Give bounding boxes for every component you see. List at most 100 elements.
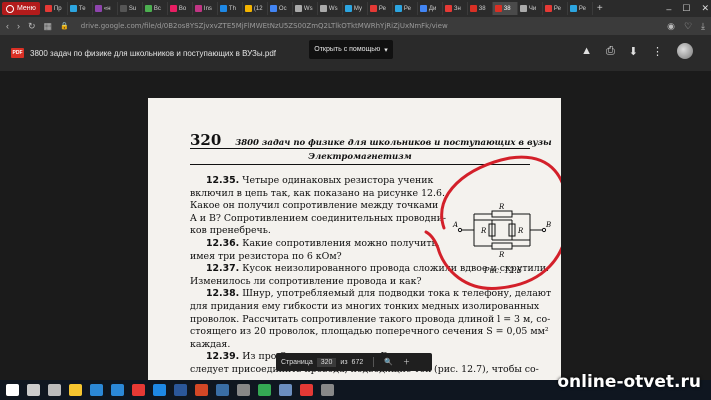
photos-icon[interactable]	[153, 384, 166, 396]
browser-tab[interactable]: Ре	[368, 2, 393, 15]
tab-favicon-icon	[544, 5, 552, 12]
browser-tab[interactable]: Ре	[568, 2, 593, 15]
add-to-drive-icon[interactable]: ▲	[581, 45, 592, 57]
node-a-label: A	[452, 221, 458, 229]
problem-number: 12.36.	[206, 238, 240, 249]
browser-tab[interactable]: Пр	[43, 2, 68, 15]
browser-tab[interactable]: «н	[93, 2, 118, 15]
viewer-actions: ▲ ⎙ ⬇ ⋮	[581, 43, 693, 59]
app-icon[interactable]	[216, 384, 229, 396]
circuit-figure: A B R R R R	[452, 203, 551, 259]
forward-icon[interactable]: ›	[17, 21, 20, 31]
book-title: 3800 задач по физике для школьников и по…	[235, 138, 552, 148]
reload-icon[interactable]: ↻	[28, 21, 36, 32]
tab-label: Ре	[553, 5, 561, 12]
viewer-content[interactable]: 320 3800 задач по физике для школьников …	[0, 71, 711, 380]
camera-icon[interactable]: ◉	[667, 21, 675, 32]
browser-tab[interactable]: Ins	[193, 2, 218, 15]
problem-text-line: Изменилось ли сопротивление провода и ка…	[190, 275, 422, 287]
opera-icon[interactable]	[300, 384, 313, 396]
heart-icon[interactable]: ♡	[684, 21, 692, 32]
browser-tab[interactable]: Чи	[518, 2, 543, 15]
browser-tab[interactable]: 38	[492, 2, 518, 15]
watermark: online-otvet.ru	[557, 372, 701, 392]
app-icon[interactable]	[279, 384, 292, 396]
browser-tab[interactable]: Ре	[393, 2, 418, 15]
browser-tab[interactable]: Ws	[293, 2, 318, 15]
tab-label: Th	[228, 5, 236, 12]
app-icon[interactable]	[321, 384, 334, 396]
tab-label: Вс	[153, 5, 161, 12]
tab-favicon-icon	[419, 5, 427, 12]
download-icon[interactable]: ⬇	[629, 45, 638, 58]
tab-favicon-icon	[169, 5, 177, 12]
problem-text-line: проволок. Рассчитать сопротивление таког…	[190, 313, 551, 325]
url-field[interactable]: drive.google.com/file/d/0B2os8YSZjvxvZTE…	[81, 22, 448, 30]
app-icon[interactable]	[237, 384, 250, 396]
mail-icon[interactable]	[111, 384, 124, 396]
text-line: 12.35. Четыре одинаковых резистора учени…	[206, 175, 433, 186]
browser-tab-strip: Меню Пр Те «н Su Вс Во Ins Th (12 Ос Ws Ws Му Ре Ре Ди З…	[0, 0, 711, 17]
zoom-out-icon[interactable]: 🔍	[384, 358, 393, 366]
tab-label: Ре	[378, 5, 386, 12]
task-view-icon[interactable]	[48, 384, 61, 396]
browser-tab[interactable]: Ws	[318, 2, 343, 15]
tab-label: Пр	[53, 5, 62, 12]
minimize-icon[interactable]: –	[666, 4, 671, 14]
section-divider	[190, 164, 530, 165]
figure-caption: Рис. 12.6	[484, 266, 522, 275]
tab-label: Ins	[203, 5, 212, 12]
tab-favicon-icon	[569, 5, 577, 12]
resistor-label: R	[498, 251, 505, 259]
back-icon[interactable]: ‹	[6, 21, 9, 31]
pdf-page: 320 3800 задач по физике для школьников …	[148, 98, 561, 380]
media-icon[interactable]	[132, 384, 145, 396]
page-header: 320 3800 задач по физике для школьников …	[190, 131, 552, 149]
start-icon[interactable]	[6, 384, 19, 396]
tab-favicon-icon	[494, 5, 502, 12]
word-icon[interactable]	[174, 384, 187, 396]
problem-text-line: имея три резистора по 6 кОм?	[190, 250, 342, 262]
tiles-icon[interactable]: ▦	[44, 21, 53, 32]
opera-logo-icon	[6, 4, 14, 13]
browser-tab[interactable]: Th	[218, 2, 243, 15]
text-line: ков пренебречь.	[190, 225, 271, 236]
tab-label: Su	[128, 5, 137, 12]
tab-favicon-icon	[394, 5, 402, 12]
chrome-icon[interactable]	[258, 384, 271, 396]
browser-tab[interactable]: Зн	[443, 2, 468, 15]
opera-menu-button[interactable]: Меню	[2, 2, 40, 15]
print-icon[interactable]: ⎙	[606, 45, 615, 58]
current-page-input[interactable]: 320	[316, 357, 337, 367]
text-line: A и B? Сопротивлением соединительных про…	[190, 213, 446, 224]
browser-tab[interactable]: (12	[243, 2, 268, 15]
resistor-label: R	[480, 227, 487, 235]
browser-tab[interactable]: Ос	[268, 2, 293, 15]
browser-tab[interactable]: Ре	[543, 2, 568, 15]
tab-favicon-icon	[469, 5, 477, 12]
search-icon[interactable]	[27, 384, 40, 396]
close-icon[interactable]: ✕	[701, 3, 709, 14]
browser-tab[interactable]: Во	[168, 2, 193, 15]
new-tab-icon[interactable]: +	[597, 3, 603, 14]
zoom-in-icon[interactable]: ＋	[403, 357, 410, 367]
more-options-icon[interactable]: ⋮	[652, 45, 663, 58]
browser-tab[interactable]: Ди	[418, 2, 443, 15]
tab-label: «н	[103, 5, 111, 12]
screen: Меню Пр Те «н Su Вс Во Ins Th (12 Ос Ws Ws Му Ре Ре Ди З…	[0, 0, 711, 400]
page-controls: Страница 320 из 672 🔍 ＋	[276, 353, 432, 371]
browser-tab[interactable]: Те	[68, 2, 93, 15]
lock-icon: 🔒	[60, 23, 69, 30]
browser-tab[interactable]: 38	[468, 2, 493, 15]
download-icon[interactable]: ⤓	[701, 21, 705, 32]
browser-tab[interactable]: Му	[343, 2, 368, 15]
explorer-icon[interactable]	[69, 384, 82, 396]
browser-tab[interactable]: Su	[118, 2, 143, 15]
open-with-button[interactable]: Открыть с помощью ▾	[309, 40, 393, 59]
powerpoint-icon[interactable]	[195, 384, 208, 396]
avatar[interactable]	[677, 43, 693, 59]
maximize-icon[interactable]: ☐	[682, 3, 690, 14]
browser-tab[interactable]: Вс	[143, 2, 168, 15]
store-icon[interactable]	[90, 384, 103, 396]
text-line: стоящего из 20 проволок, площадью попере…	[190, 326, 549, 337]
